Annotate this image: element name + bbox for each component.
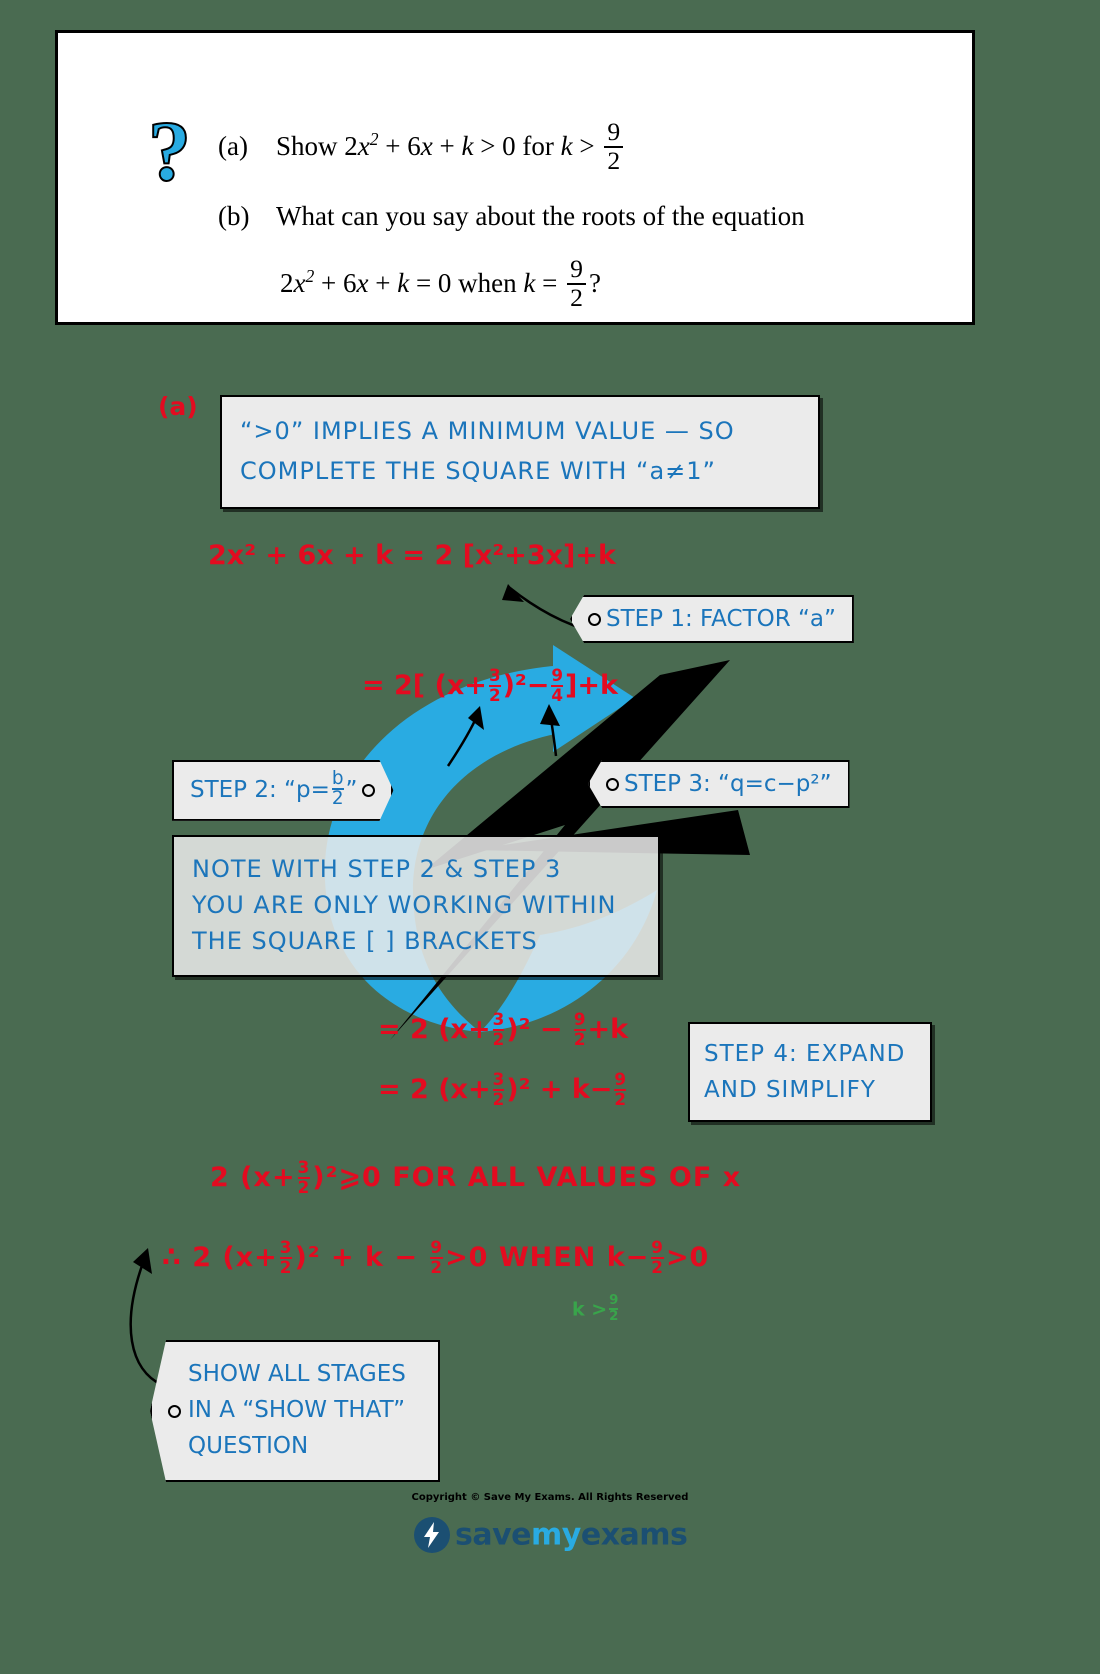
part-b-fraction: 92 xyxy=(567,255,586,312)
tag-step-2-prefix: STEP 2: “p= xyxy=(190,777,330,804)
working-line-3-mid: )² − xyxy=(506,1014,572,1046)
arrow-step2 xyxy=(446,706,484,767)
question-part-b: (b) What can you say about the roots of t… xyxy=(218,201,805,232)
tag-step-2[interactable]: STEP 2: “p= b 2” xyxy=(172,760,393,821)
show-line-3: QUESTION xyxy=(188,1433,309,1459)
hint-box-complete-square: “>0” IMPLIES A MINIMUM VALUE — SO COMPLE… xyxy=(220,395,820,509)
hint-line-1: “>0” IMPLIES A MINIMUM VALUE — SO xyxy=(240,417,735,445)
question-card: ? (a) Show 2x2 + 6x + k > 0 for k > 92 (b… xyxy=(55,30,975,325)
working-line-4-frac-2: 92 xyxy=(614,1069,627,1109)
tag-hole-icon xyxy=(588,613,601,626)
working-line-6: ∴ 2 (x+ 3 2)² + k − 9 2 >0 WHEN k− 9 2 >0 xyxy=(162,1237,710,1277)
working-line-6-suffix: >0 xyxy=(665,1242,710,1274)
arrow-step3 xyxy=(540,704,560,757)
therefore-symbol: ∴ xyxy=(162,1242,182,1274)
logo-save: save xyxy=(455,1517,532,1553)
question-part-b-equation: 2x2 + 6x + k = 0 when k = 9 2? xyxy=(280,255,601,314)
part-b-query: ? xyxy=(588,268,601,299)
working-line-4-frac-1: 32 xyxy=(492,1069,505,1109)
green-answer: k >9 2 xyxy=(572,1293,620,1325)
tag-hole-icon xyxy=(168,1405,181,1418)
working-line-3-suffix: +k xyxy=(587,1014,629,1046)
working-line-2: = 2[ (x+ 3 2)²− 9 4]+k xyxy=(362,665,618,705)
lightning-bolt-icon xyxy=(413,1517,450,1553)
working-line-2-mid: )²− xyxy=(502,670,550,702)
working-line-2-frac-2: 94 xyxy=(551,665,564,705)
tag-hole-icon xyxy=(362,784,375,797)
note-line-2: YOU ARE ONLY WORKING WITHIN xyxy=(192,891,617,919)
copyright-text: Copyright © Save My Exams. All Rights Re… xyxy=(411,1492,689,1503)
logo-my: my xyxy=(531,1517,581,1553)
logo-exams: exams xyxy=(580,1517,688,1553)
working-line-5-suffix: )²⩾0 FOR ALL VALUES OF x xyxy=(312,1162,742,1194)
part-a-fraction: 92 xyxy=(604,118,624,175)
working-line-1: 2x² + 6x + k = 2 [x²+3x]+k xyxy=(208,540,616,571)
note-line-1: NOTE WITH STEP 2 & STEP 3 xyxy=(192,855,562,883)
working-line-6-mid: )² + k − xyxy=(294,1242,429,1274)
part-b-label: (b) xyxy=(218,201,250,231)
working-line-6-frac-3: 92 xyxy=(651,1237,664,1277)
working-line-3-frac-2: 92 xyxy=(573,1009,586,1049)
tag-step-2-suffix: ” xyxy=(345,777,358,804)
hint-line-2: COMPLETE THE SQUARE WITH “a≠1” xyxy=(240,457,716,485)
green-answer-prefix: k > xyxy=(572,1298,608,1321)
show-line-1: SHOW ALL STAGES xyxy=(188,1361,406,1387)
green-answer-fraction: 92 xyxy=(609,1293,619,1324)
step-4-line-2: AND SIMPLIFY xyxy=(704,1077,876,1103)
part-b-line1: What can you say about the roots of the … xyxy=(276,201,805,231)
tag-show-all-stages[interactable]: SHOW ALL STAGES IN A “SHOW THAT” QUESTIO… xyxy=(150,1340,440,1482)
question-mark-icon: ? xyxy=(147,103,192,199)
tag-step-3-label: STEP 3: “q=c−p²” xyxy=(624,771,832,797)
working-line-2-prefix: = 2[ (x+ xyxy=(362,670,487,702)
working-line-5-prefix: 2 (x+ xyxy=(210,1162,296,1194)
working-line-2-suffix: ]+k xyxy=(565,670,618,702)
note-box-steps-2-3: NOTE WITH STEP 2 & STEP 3 YOU ARE ONLY W… xyxy=(172,835,660,977)
working-line-4: = 2 (x+ 3 2)² + k− 9 2 xyxy=(378,1069,628,1109)
working-line-6-frac-2: 92 xyxy=(430,1237,444,1277)
working-line-2-frac-1: 32 xyxy=(488,665,501,705)
working-line-6-frac-1: 32 xyxy=(279,1237,293,1277)
tag-step-2-fraction: b2 xyxy=(331,768,344,810)
question-part-a: (a) Show 2x2 + 6x + k > 0 for k > 92 xyxy=(218,118,626,177)
note-line-3: THE SQUARE [ ] BRACKETS xyxy=(192,927,538,955)
part-a-text: Show 2x2 + 6x + k > 0 for k > xyxy=(276,129,602,162)
working-line-3-frac-1: 32 xyxy=(492,1009,505,1049)
part-a-label: (a) xyxy=(218,131,248,162)
working-line-5: 2 (x+ 3 2)²⩾0 FOR ALL VALUES OF x xyxy=(210,1157,742,1197)
solution-part-label: (a) xyxy=(158,392,198,421)
working-line-4-prefix: = 2 (x+ xyxy=(378,1074,491,1106)
show-line-2: IN A “SHOW THAT” xyxy=(188,1397,406,1423)
working-line-3-prefix: = 2 (x+ xyxy=(378,1014,491,1046)
tag-step-1-label: STEP 1: FACTOR “a” xyxy=(606,606,836,632)
working-line-1-text: 2x² + 6x + k = 2 [x²+3x]+k xyxy=(208,540,616,571)
step-4-line-1: STEP 4: EXPAND xyxy=(704,1041,906,1067)
tag-hole-icon xyxy=(606,778,619,791)
tag-step-1[interactable]: STEP 1: FACTOR “a” xyxy=(570,595,854,643)
working-line-6-mid-2: >0 WHEN k− xyxy=(445,1242,650,1274)
working-line-4-mid: )² + k− xyxy=(506,1074,613,1106)
tag-step-3[interactable]: STEP 3: “q=c−p²” xyxy=(588,760,850,808)
working-line-3: = 2 (x+ 3 2)² − 9 2 +k xyxy=(378,1009,629,1049)
working-line-6-prefix: 2 (x+ xyxy=(192,1242,278,1274)
part-b-expression: 2x2 + 6x + k = 0 when k = xyxy=(280,266,565,299)
save-my-exams-logo: savemyexams xyxy=(0,1516,1100,1554)
working-line-5-frac-1: 32 xyxy=(297,1157,311,1197)
